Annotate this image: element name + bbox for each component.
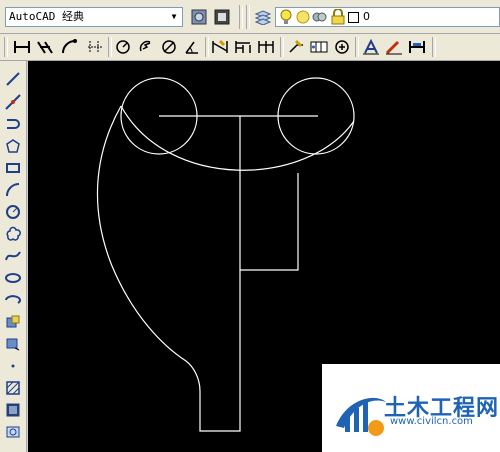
lock-icon[interactable] (330, 8, 346, 26)
watermark-logo (336, 397, 386, 436)
construction-line-icon[interactable] (3, 92, 23, 112)
ellipse-icon[interactable] (3, 268, 23, 288)
aligned-dimension-icon[interactable] (35, 37, 55, 57)
circle-icon[interactable] (3, 202, 23, 222)
radius-dimension-icon[interactable] (113, 37, 133, 57)
toolbar-separator (4, 37, 8, 57)
region-icon[interactable] (3, 422, 23, 442)
workspace-settings-icon[interactable] (189, 7, 209, 27)
toolbar-separator (108, 37, 112, 57)
center-mark-icon[interactable] (332, 37, 352, 57)
layer-manager-icon[interactable] (253, 7, 273, 27)
jogged-dimension-icon[interactable] (136, 37, 156, 57)
baseline-dimension-icon[interactable] (233, 37, 253, 57)
watermark: 土木工程网 www.civilcn.com (322, 364, 500, 452)
revision-cloud-icon[interactable] (3, 224, 23, 244)
continue-dimension-icon[interactable] (256, 37, 276, 57)
stem-rectangle (239, 116, 299, 271)
gradient-icon[interactable] (3, 400, 23, 420)
diameter-dimension-icon[interactable] (159, 37, 179, 57)
dimension-edit-icon[interactable] (361, 37, 381, 57)
toolbar-separator (355, 37, 359, 57)
lightbulb-icon[interactable] (278, 8, 294, 26)
quick-dimension-icon[interactable] (210, 37, 230, 57)
rectangle-icon[interactable] (3, 158, 23, 178)
dimension-text-edit-icon[interactable] (384, 37, 404, 57)
ordinate-dimension-icon[interactable] (85, 37, 105, 57)
dimension-toolbar (0, 34, 500, 61)
toolbar-separator (432, 37, 436, 57)
layer-control[interactable]: 0 (275, 7, 500, 27)
color-swatch-icon[interactable] (346, 9, 360, 25)
linear-dimension-icon[interactable] (12, 37, 32, 57)
toolbar-separator (246, 5, 250, 29)
quick-leader-icon[interactable] (286, 37, 306, 57)
toolbar-separator (280, 37, 284, 57)
sun-icon[interactable] (295, 8, 311, 26)
make-block-icon[interactable] (3, 334, 23, 354)
draw-toolbar (0, 61, 27, 452)
point-icon[interactable] (3, 356, 23, 376)
toolbar-separator (239, 5, 243, 29)
outer-profile-curve (96, 105, 241, 432)
layer-name: 0 (363, 10, 370, 23)
printer-icon[interactable] (312, 8, 328, 26)
workspace-select-value: AutoCAD 经典 (9, 10, 84, 23)
workspace-select[interactable]: AutoCAD 经典 ▼ (5, 7, 183, 27)
line-icon[interactable] (3, 69, 23, 89)
ellipse-arc-icon[interactable] (3, 290, 23, 310)
tolerance-icon[interactable] (309, 37, 329, 57)
polyline-icon[interactable] (3, 114, 23, 134)
arc-length-icon[interactable] (60, 37, 80, 57)
spline-icon[interactable] (3, 246, 23, 266)
customize-icon[interactable] (212, 7, 232, 27)
chevron-down-icon[interactable]: ▼ (167, 9, 181, 25)
workspace-toolbar: AutoCAD 经典 ▼ 0 (0, 0, 500, 34)
insert-block-icon[interactable] (3, 312, 23, 332)
hatch-icon[interactable] (3, 378, 23, 398)
watermark-url: www.civilcn.com (390, 416, 473, 427)
arc-icon[interactable] (3, 180, 23, 200)
dimension-update-icon[interactable] (407, 37, 427, 57)
polygon-icon[interactable] (3, 136, 23, 156)
angular-dimension-icon[interactable] (182, 37, 202, 57)
toolbar-separator (205, 37, 209, 57)
